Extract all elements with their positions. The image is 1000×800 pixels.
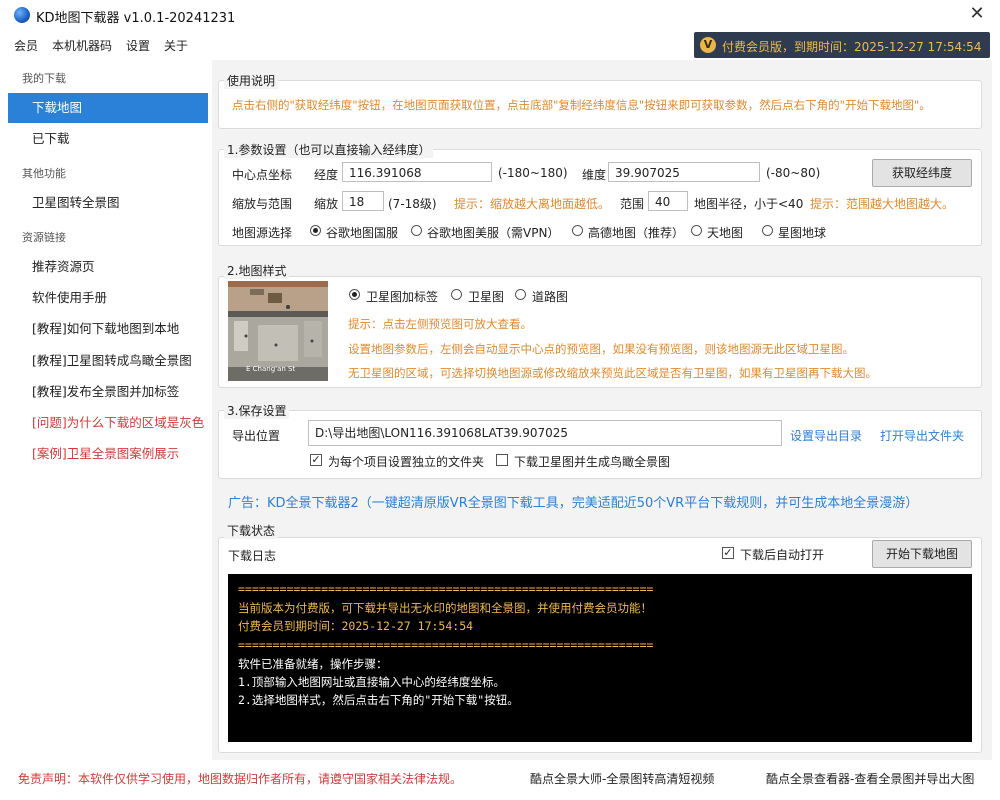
source-radio-google-us[interactable] [411,225,422,236]
vip-expiry-text: 付费会员版，到期时间：2025-12-27 17:54:54 [722,40,982,54]
zoom-hint: 提示：缩放越大离地面越低。 [454,197,611,211]
download-log[interactable]: ========================================… [228,574,972,742]
range-desc: 地图半径，小于<40 [694,197,804,211]
style-road-label: 道路图 [532,290,569,304]
lng-input[interactable]: 116.391068 [342,162,492,182]
open-export-folder-link[interactable]: 打开导出文件夹 [880,427,964,444]
style-satellite-label: 卫星图 [468,290,505,304]
menu-settings[interactable]: 设置 [126,37,150,54]
usage-title: 使用说明 [224,72,279,89]
style-radio-satellite-labels[interactable] [349,289,360,300]
sidebar-item-tutorial-publish[interactable]: [教程]发布全景图并加标签 [8,377,208,407]
sidebar-item-recommended[interactable]: 推荐资源页 [8,252,208,282]
range-label: 范围 [620,197,645,211]
params-title: 1.参数设置（也可以直接输入经纬度） [224,141,434,158]
auto-open-label: 下载后自动打开 [740,548,825,562]
sidebar-item-satellite-panorama[interactable]: 卫星图转全景图 [8,188,208,218]
style-hint-1: 提示：点击左侧预览图可放大查看。 [348,317,532,331]
style-satellite-labels-label: 卫星图加标签 [366,290,439,304]
log-line-separator-1: ========================================… [238,582,654,596]
source-radio-amap[interactable] [572,225,583,236]
style-hint-2: 设置地图参数后，左侧会自动显示中心点的预览图，如果没有预览图，则该地图源无此区域… [348,342,854,356]
lng-label: 经度 [314,168,339,182]
close-icon[interactable]: ✕ [966,3,988,25]
log-line-expiry: 付费会员到期时间：2025-12-27 17:54:54 [238,619,474,633]
style-radio-satellite[interactable] [451,289,462,300]
style-radio-road[interactable] [515,289,526,300]
style-title: 2.地图样式 [224,262,290,279]
zoom-range: (7-18级) [388,197,437,211]
preview-street-label: E Chang'an St [246,365,296,373]
source-amap-label: 高德地图（推荐） [588,226,685,240]
log-line-step-1: 1.顶部输入地图网址或直接输入中心的经纬度坐标。 [238,675,505,689]
range-input[interactable]: 40 [648,191,688,211]
save-title: 3.保存设置 [224,402,290,419]
source-google-cn-label: 谷歌地图国服 [326,226,399,240]
main-panel: 使用说明 点击右侧的"获取经纬度"按钮，在地图页面获取位置，点击底部"复制经纬度… [212,60,992,760]
window-title: KD地图下载器 v1.0.1-20241231 [36,11,236,26]
log-line-step-2: 2.选择地图样式，然后点击右下角的"开始下载"按钮。 [238,693,519,707]
footer-link-video[interactable]: 酷点全景大师-全景图转高清短视频 [530,770,714,787]
separate-folder-label: 为每个项目设置独立的文件夹 [328,455,485,469]
source-radio-geovis[interactable] [762,225,773,236]
lat-input[interactable]: 39.907025 [608,162,760,182]
source-label: 地图源选择 [232,226,293,240]
sidebar-section-downloads: 我的下载 [22,72,66,85]
zoom-label: 缩放 [314,197,339,211]
sidebar-item-manual[interactable]: 软件使用手册 [8,283,208,313]
auto-open-checkbox[interactable]: ✓ [722,547,734,559]
menu-about[interactable]: 关于 [164,37,188,54]
map-preview-thumbnail[interactable]: E Chang'an St [228,281,328,381]
status-title: 下载状态 [224,522,279,539]
sidebar-item-downloaded[interactable]: 已下载 [8,124,208,154]
lng-range: (-180~180) [498,166,568,180]
log-line-separator-2: ========================================… [238,638,654,652]
lat-label: 维度 [582,168,607,182]
set-export-dir-link[interactable]: 设置导出目录 [790,427,862,444]
start-download-button[interactable]: 开始下载地图 [872,540,972,568]
source-geovis-label: 星图地球 [778,226,827,240]
source-tianditu-label: 天地图 [707,226,744,240]
export-path-input[interactable]: D:\导出地图\LON116.391068LAT39.907025 [308,420,782,446]
sidebar-item-download-map[interactable]: 下载地图 [8,93,208,123]
app-logo-icon [14,7,30,23]
export-path-label: 导出位置 [232,429,281,443]
sidebar-item-question-gray[interactable]: [问题]为什么下载的区域是灰色 [8,408,208,438]
sidebar-item-tutorial-birdseye[interactable]: [教程]卫星图转成鸟瞰全景图 [8,346,208,376]
sidebar-item-case-showcase[interactable]: [案例]卫星全景图案例展示 [8,439,208,469]
range-hint: 提示：范围越大地图越大。 [810,197,955,211]
log-line-paid-notice: 当前版本为付费版，可下载并导出无水印的地图和全景图，并使用付费会员功能！ [238,601,652,615]
sidebar-section-other: 其他功能 [22,167,66,180]
disclaimer-text: 免责声明：本软件仅供学习使用，地图数据归作者所有，请遵守国家相关法律法规。 [18,772,463,786]
source-radio-tianditu[interactable] [691,225,702,236]
sidebar-section-resources: 资源链接 [22,231,66,244]
zoom-input[interactable]: 18 [342,191,384,211]
zoom-range-row-label: 缩放与范围 [232,197,293,211]
source-radio-google-cn[interactable] [310,225,321,236]
footer-link-viewer[interactable]: 酷点全景查看器-查看全景图并导出大图 [766,770,974,787]
sidebar-item-tutorial-download[interactable]: [教程]如何下载地图到本地 [8,314,208,344]
center-coord-label: 中心点坐标 [232,168,293,182]
menu-member[interactable]: 会员 [14,37,38,54]
usage-text: 点击右侧的"获取经纬度"按钮，在地图页面获取位置，点击底部"复制经纬度信息"按钮… [232,98,931,112]
get-coords-button[interactable]: 获取经纬度 [872,159,972,187]
vip-badge-icon: V [700,37,716,53]
lat-range: (-80~80) [766,166,821,180]
birdseye-checkbox[interactable] [496,454,508,466]
log-label: 下载日志 [228,549,277,563]
log-line-ready: 软件已准备就绪，操作步骤： [238,657,388,671]
ad-banner-link[interactable]: 广告：KD全景下载器2（一键超清原版VR全景图下载工具，完美适配近50个VR平台… [228,492,918,511]
source-google-us-label: 谷歌地图美服（需VPN） [427,226,560,240]
separate-folder-checkbox[interactable]: ✓ [310,454,322,466]
birdseye-label: 下载卫星图并生成鸟瞰全景图 [514,455,671,469]
style-hint-3: 无卫星图的区域，可选择切换地图源或修改缩放来预览此区域是否有卫星图，如果有卫星图… [348,366,877,380]
menu-machine-code[interactable]: 本机机器码 [52,37,112,54]
